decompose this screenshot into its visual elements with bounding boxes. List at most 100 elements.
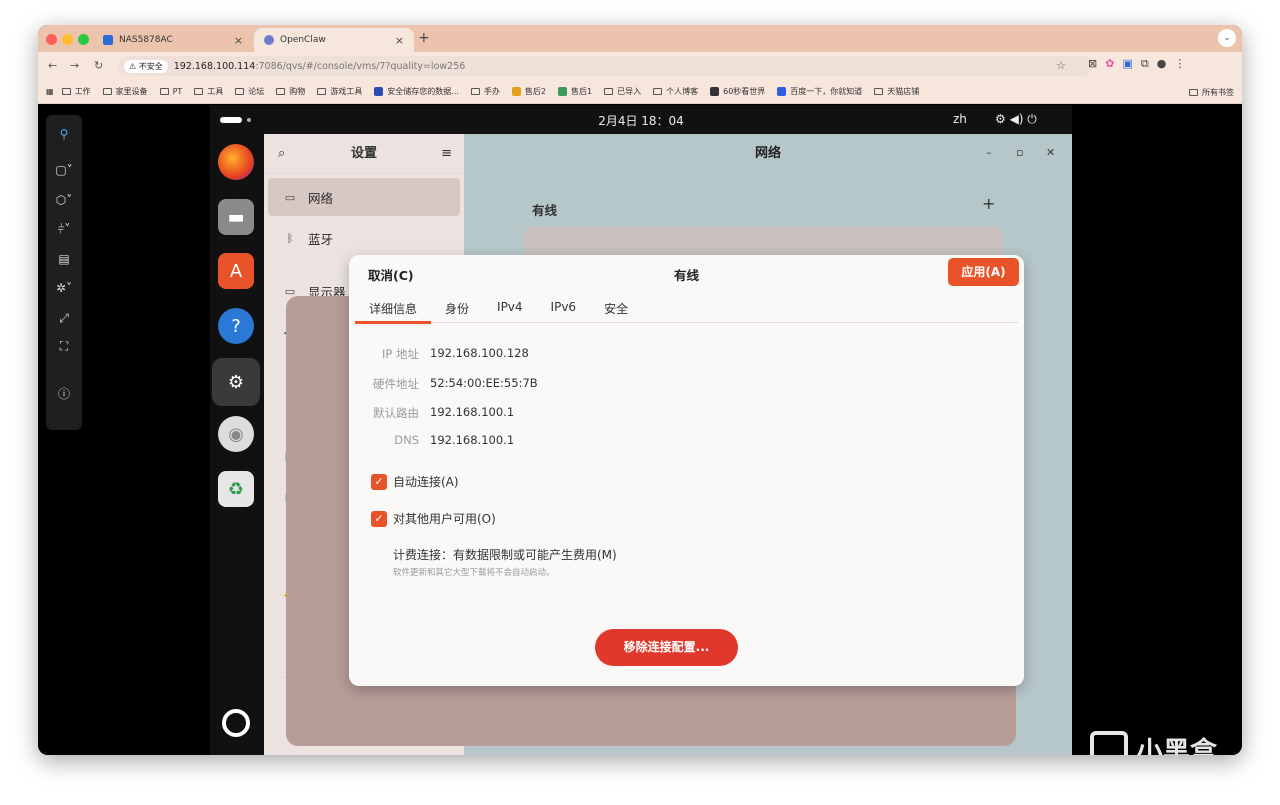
fullscreen-icon[interactable]: ⛶	[46, 339, 82, 354]
extensions-area: ⊠ ✿ ▣ ⧉ ● ⋮	[1088, 57, 1185, 71]
settings-icon[interactable]: ⚙	[212, 358, 260, 406]
bookmark-label: 手办	[483, 87, 500, 96]
bookmark-label: 安全储存您的数据...	[387, 87, 459, 96]
available-all-users-checkbox[interactable]: ✓ 对其他用户可用(O)	[371, 510, 496, 527]
bookmark-item[interactable]: 60秒看世界	[710, 86, 765, 97]
sidebar-item-label: 蓝牙	[308, 231, 334, 247]
site-favicon-icon	[374, 87, 384, 96]
bookmark-item[interactable]: 个人博客	[653, 86, 698, 97]
bookmark-label: 已导入	[617, 87, 642, 96]
cube-icon[interactable]: ⬡˅	[46, 193, 82, 207]
app-center-icon[interactable]: A	[218, 253, 254, 289]
bookmark-item[interactable]: 百度一下，你就知道	[777, 86, 862, 97]
browser-toolbar: ← → ↻ ⚠ 不安全 192.168.100.114 :7086/qvs/#/…	[38, 52, 1242, 80]
input-method[interactable]: zh	[953, 112, 967, 126]
help-icon[interactable]: ?	[218, 308, 254, 344]
tab-ipv6[interactable]: IPv6	[537, 291, 591, 323]
tab-openclaw[interactable]: OpenClaw ×	[254, 28, 414, 52]
extension-icon[interactable]: ✿	[1105, 57, 1114, 71]
tab-search-button[interactable]: ⌄	[1218, 29, 1236, 47]
display-icon[interactable]: ▤	[46, 252, 82, 266]
bookmark-item[interactable]: 售后2	[511, 86, 547, 97]
kebab-menu-icon[interactable]: ⋮	[1174, 57, 1185, 71]
watermark: 小黑盒	[1090, 730, 1217, 755]
bookmark-item[interactable]: 天猫店铺	[874, 86, 919, 97]
tab-ipv4[interactable]: IPv4	[483, 291, 537, 323]
dialog-tabs: 详细信息 身份 IPv4 IPv6 安全	[355, 291, 1018, 324]
close-tab-icon[interactable]: ×	[234, 34, 243, 47]
disc-icon[interactable]: ◉	[218, 416, 254, 452]
tab-details[interactable]: 详细信息	[355, 291, 432, 324]
insecure-badge[interactable]: ⚠ 不安全	[124, 59, 168, 73]
add-wired-button[interactable]: +	[982, 194, 995, 213]
clock[interactable]: 2月4日 18：04	[210, 112, 1072, 129]
puzzle-icon[interactable]: ⧉	[1141, 57, 1149, 71]
tab-security[interactable]: 安全	[590, 291, 642, 323]
bookmark-item[interactable]: 已导入	[604, 86, 641, 97]
pin-icon[interactable]: ⚲	[46, 127, 82, 141]
bookmark-item[interactable]: 购物	[276, 86, 305, 97]
folder-icon	[317, 88, 327, 95]
apply-button[interactable]: 应用(A)	[948, 258, 1019, 286]
folder-icon	[604, 88, 614, 95]
bookmark-label: 售后2	[524, 87, 547, 96]
hamburger-menu-icon[interactable]: ≡	[441, 134, 452, 174]
bookmark-item[interactable]: PT	[159, 86, 182, 97]
search-icon[interactable]: ⌕	[278, 134, 285, 174]
auto-connect-checkbox[interactable]: ✓ 自动连接(A)	[371, 473, 459, 490]
system-status-icons[interactable]: ⚙ ◀) ⏻	[995, 112, 1037, 127]
bookmark-item[interactable]: 论坛	[235, 86, 264, 97]
bookmark-item[interactable]: 安全储存您的数据...	[374, 86, 459, 97]
expand-icon[interactable]: ⤢	[46, 311, 82, 326]
maximize-icon[interactable]: ▫	[1016, 146, 1023, 159]
bookmark-item[interactable]: 游戏工具	[317, 86, 362, 97]
close-tab-icon[interactable]: ×	[395, 34, 404, 47]
files-icon[interactable]: ▬	[218, 199, 254, 235]
bookmark-item[interactable]: 售后1	[558, 86, 592, 97]
tab-identity[interactable]: 身份	[431, 291, 483, 323]
show-apps-icon[interactable]	[222, 709, 250, 737]
profile-avatar[interactable]: ●	[1157, 57, 1167, 71]
tab-nas[interactable]: NAS5878AC ×	[93, 28, 253, 52]
bookmark-star-icon[interactable]: ☆	[1056, 59, 1066, 72]
close-icon[interactable]: ✕	[1046, 146, 1055, 159]
nas-favicon-icon	[103, 35, 113, 45]
bookmark-item[interactable]: 工作	[61, 86, 91, 97]
minimize-icon[interactable]: –	[986, 146, 992, 159]
layout-icon[interactable]: ▢˅	[46, 163, 82, 177]
url-path: :7086/qvs/#/console/vms/7?quality=low256	[255, 60, 466, 72]
extension-icon[interactable]: ▣	[1122, 57, 1132, 71]
info-value: 192.168.100.1	[430, 405, 515, 419]
extension-icon[interactable]: ⊠	[1088, 57, 1097, 71]
metered-connection-option[interactable]: 计费连接：有数据限制或可能产生费用(M)	[393, 546, 617, 563]
site-favicon-icon	[777, 87, 787, 96]
bookmark-item[interactable]: 手办	[470, 86, 500, 97]
info-icon[interactable]: ⓘ	[46, 385, 82, 402]
cancel-button[interactable]: 取消(C)	[368, 265, 414, 284]
folder-icon	[159, 88, 169, 95]
all-bookmarks[interactable]: 所有书签	[1189, 87, 1234, 98]
remove-connection-profile-button[interactable]: 移除连接配置...	[595, 629, 738, 666]
back-arrow-icon[interactable]: ←	[48, 59, 57, 72]
auto-connect-label: 自动连接(A)	[393, 475, 459, 489]
bookmark-item[interactable]: 家里设备	[102, 86, 148, 97]
firefox-icon[interactable]	[218, 144, 254, 180]
zoom-window-button[interactable]	[78, 34, 89, 45]
sidebar-item-0[interactable]: ▭ 网络	[268, 178, 460, 216]
sidebar-item-1[interactable]: ᛒ 蓝牙	[268, 219, 460, 257]
forward-arrow-icon[interactable]: →	[70, 59, 79, 72]
address-bar[interactable]: ⚠ 不安全 192.168.100.114 :7086/qvs/#/consol…	[118, 56, 1093, 76]
reload-icon[interactable]: ↻	[94, 59, 103, 72]
loading-icon[interactable]: ✲˅	[46, 281, 82, 295]
minimize-window-button[interactable]	[62, 34, 73, 45]
site-favicon-icon	[710, 87, 720, 96]
bookmark-label: 工具	[207, 87, 224, 96]
apps-grid-icon[interactable]: ▦	[46, 87, 54, 96]
close-window-button[interactable]	[46, 34, 57, 45]
bookmark-item[interactable]: 工具	[194, 86, 223, 97]
new-tab-button[interactable]: +	[418, 30, 430, 46]
sliders-icon[interactable]: ⫩˅	[46, 222, 82, 237]
trash-icon[interactable]: ♻	[218, 471, 254, 507]
checkmark-icon: ✓	[371, 510, 387, 527]
folder-icon	[1189, 89, 1198, 96]
